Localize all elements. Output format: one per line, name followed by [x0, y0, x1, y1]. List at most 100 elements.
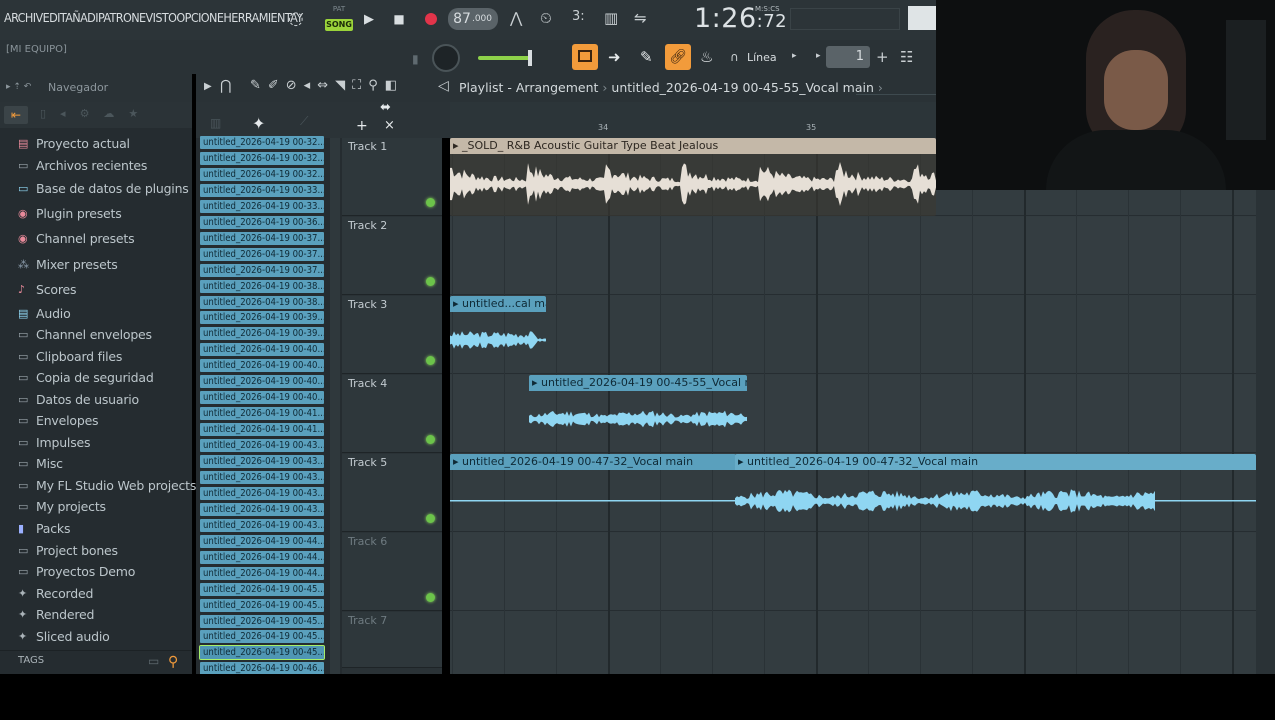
menu-tools[interactable]: HERRAMIENTA [223, 10, 297, 25]
zoom-icon[interactable]: ⬌ [380, 100, 391, 115]
picker-clip[interactable]: untitled_2026-04-19 00-44... [200, 534, 324, 548]
browser-item[interactable]: ▮ Packs [18, 518, 70, 538]
tempo-display[interactable]: 87.000 [448, 8, 498, 30]
menu-patterns[interactable]: PATRON [98, 10, 140, 25]
track-lane[interactable] [450, 296, 1256, 374]
hint-circle-icon[interactable]: ◌ [288, 8, 304, 29]
browser-item[interactable]: ▭ Proyectos Demo [18, 561, 135, 581]
track-header[interactable]: Track 5 [342, 454, 442, 532]
picker-clip[interactable]: untitled_2026-04-19 00-37... [200, 231, 324, 245]
track-header[interactable]: Track 2 [342, 217, 442, 295]
picker-clip[interactable]: untitled_2026-04-19 00-33... [200, 183, 324, 197]
picker-clip[interactable]: untitled_2026-04-19 00-43... [200, 439, 324, 453]
browser-item[interactable]: ▭ My FL Studio Web projects [18, 475, 196, 495]
track5-vocal-clip-b[interactable]: ▸ untitled_2026-04-19 00-47-32_Vocal mai… [735, 454, 1256, 532]
picker-clip[interactable]: untitled_2026-04-19 00-39... [200, 311, 324, 325]
picker-clip[interactable]: untitled_2026-04-19 00-44... [200, 550, 324, 564]
master-volume-knob[interactable] [432, 44, 460, 72]
picker-clip[interactable]: untitled_2026-04-19 00-32... [200, 167, 324, 181]
record-button[interactable] [420, 8, 442, 30]
picker-clip[interactable]: untitled_2026-04-19 00-43... [200, 470, 324, 484]
browser-item[interactable]: ⁂ Mixer presets [18, 254, 118, 274]
track-header[interactable]: Track 7 [342, 612, 442, 668]
picker-clip[interactable]: untitled_2026-04-19 00-33... [200, 199, 324, 213]
guitar-clip[interactable]: ▸ _SOLD_ R&B Acoustic Guitar Type Beat J… [450, 138, 936, 216]
menu-file[interactable]: ARCHIV [4, 10, 43, 25]
track-lane[interactable] [450, 217, 1256, 295]
browser-item[interactable]: ▭ Envelopes [18, 410, 99, 430]
browser-item[interactable]: ✦ Rendered [18, 604, 94, 624]
snap-selector[interactable]: Línea [747, 51, 777, 64]
picker-clip[interactable]: untitled_2026-04-19 00-37... [200, 263, 324, 277]
add-track-icon[interactable]: + [356, 118, 368, 134]
step-edit-icon[interactable]: ▥ [604, 9, 618, 27]
picker-clip[interactable]: untitled_2026-04-19 00-40... [200, 343, 324, 357]
overview-strip[interactable] [856, 94, 936, 102]
browser-item[interactable]: ◉ Plugin presets [18, 203, 122, 223]
playlist-scrollbar[interactable] [1256, 138, 1275, 674]
picker-scrollbar[interactable] [330, 138, 340, 674]
browser-filter-icons[interactable]: ▯◂⚙☁★ [40, 107, 152, 120]
track-header[interactable]: Track 3 [342, 296, 442, 374]
browser-item[interactable]: ▭ Channel envelopes [18, 324, 152, 344]
pattern-prev-icon[interactable]: ▸ [816, 51, 821, 61]
browser-item[interactable]: ▤ Proyecto actual [18, 133, 130, 153]
menu-options[interactable]: OPCIONE [176, 10, 224, 25]
timeline-ruler[interactable] [450, 102, 936, 138]
track-enable-led[interactable] [426, 514, 435, 523]
tags-folder-icon[interactable]: ▭ [148, 654, 159, 668]
playlist-snap-icon[interactable]: ⋂ [220, 78, 231, 94]
picker-clip[interactable]: untitled_2026-04-19 00-43... [200, 455, 324, 468]
picker-clip[interactable]: untitled_2026-04-19 00-45... [200, 614, 324, 628]
track3-vocal-clip[interactable]: ▸ untitled...cal main [450, 296, 546, 374]
close-icon[interactable]: × [384, 118, 395, 133]
picker-clip[interactable]: untitled_2026-04-19 00-43... [200, 518, 324, 532]
metronome-icon[interactable]: ⋀ [510, 9, 522, 27]
magnet-icon[interactable]: ∩ [730, 50, 739, 64]
track-lane[interactable] [450, 533, 1256, 611]
mixer-icon[interactable]: ☷ [900, 48, 913, 66]
loop-record-icon[interactable]: ⇋ [634, 9, 647, 27]
menu-edit[interactable]: EDIT [43, 10, 66, 25]
picker-clip[interactable]: untitled_2026-04-19 00-38... [200, 295, 324, 309]
track-enable-led[interactable] [426, 356, 435, 365]
browser-item[interactable]: ▭ Misc [18, 453, 63, 473]
menu-view[interactable]: EVISTO [139, 10, 177, 25]
track-header[interactable]: Track 4 [342, 375, 442, 453]
playlist-button[interactable] [572, 44, 598, 70]
browser-all-icon[interactable]: ⇤ [4, 106, 28, 124]
picker-clip[interactable]: untitled_2026-04-19 00-41... [200, 407, 324, 421]
stamp-icon[interactable]: ♨ [700, 48, 713, 66]
menu-add[interactable]: AÑADI [65, 10, 98, 25]
master-pitch-handle[interactable] [528, 50, 532, 66]
track5-vocal-clip-a[interactable]: ▸ untitled_2026-04-19 00-47-32_Vocal mai… [450, 454, 736, 532]
track-enable-led[interactable] [426, 277, 435, 286]
picker-clip[interactable]: untitled_2026-04-19 00-44... [200, 566, 324, 580]
browser-item[interactable]: ▭ Base de datos de plugins [18, 178, 189, 198]
stop-button[interactable]: ■ [388, 8, 410, 30]
browser-item[interactable]: ✦ Sliced audio [18, 626, 110, 646]
picker-clip[interactable]: untitled_2026-04-19 00-37... [200, 247, 324, 261]
track-header[interactable]: Track 6 [342, 533, 442, 611]
picker-clip[interactable]: untitled_2026-04-19 00-45... [200, 630, 324, 644]
browser-item[interactable]: ✦ Recorded [18, 583, 93, 603]
master-pitch-slider[interactable] [478, 56, 530, 60]
picker-clip[interactable]: untitled_2026-04-19 00-41... [200, 423, 324, 437]
playlist-tools-icons[interactable]: ✎✐⊘◂⇔◥⛶⚲◧ [250, 78, 404, 93]
speaker-icon[interactable]: ◁ [438, 78, 449, 94]
picker-clip[interactable]: untitled_2026-04-19 00-32... [200, 151, 324, 165]
add-pattern-icon[interactable]: + [876, 48, 889, 66]
track-enable-led[interactable] [426, 198, 435, 207]
picker-clip[interactable]: untitled_2026-04-19 00-38... [200, 279, 324, 293]
search-icon[interactable]: ⚲ [168, 654, 178, 670]
picker-mode-icon[interactable]: ▥ [210, 116, 221, 130]
browser-expand-icon[interactable]: ▸ ⇡ ↶ [6, 82, 31, 92]
picker-clip[interactable]: untitled_2026-04-19 00-40... [200, 391, 324, 405]
browser-item[interactable]: ▭ Clipboard files [18, 346, 122, 366]
browser-item[interactable]: ▭ Archivos recientes [18, 155, 147, 175]
picker-clip[interactable]: untitled_2026-04-19 00-43... [200, 486, 324, 500]
browser-item[interactable]: ▭ Datos de usuario [18, 389, 139, 409]
playlist-menu-icon[interactable]: ▶ [204, 81, 212, 92]
track-enable-led[interactable] [426, 593, 435, 602]
picker-clip[interactable]: untitled_2026-04-19 00-43... [200, 502, 324, 516]
